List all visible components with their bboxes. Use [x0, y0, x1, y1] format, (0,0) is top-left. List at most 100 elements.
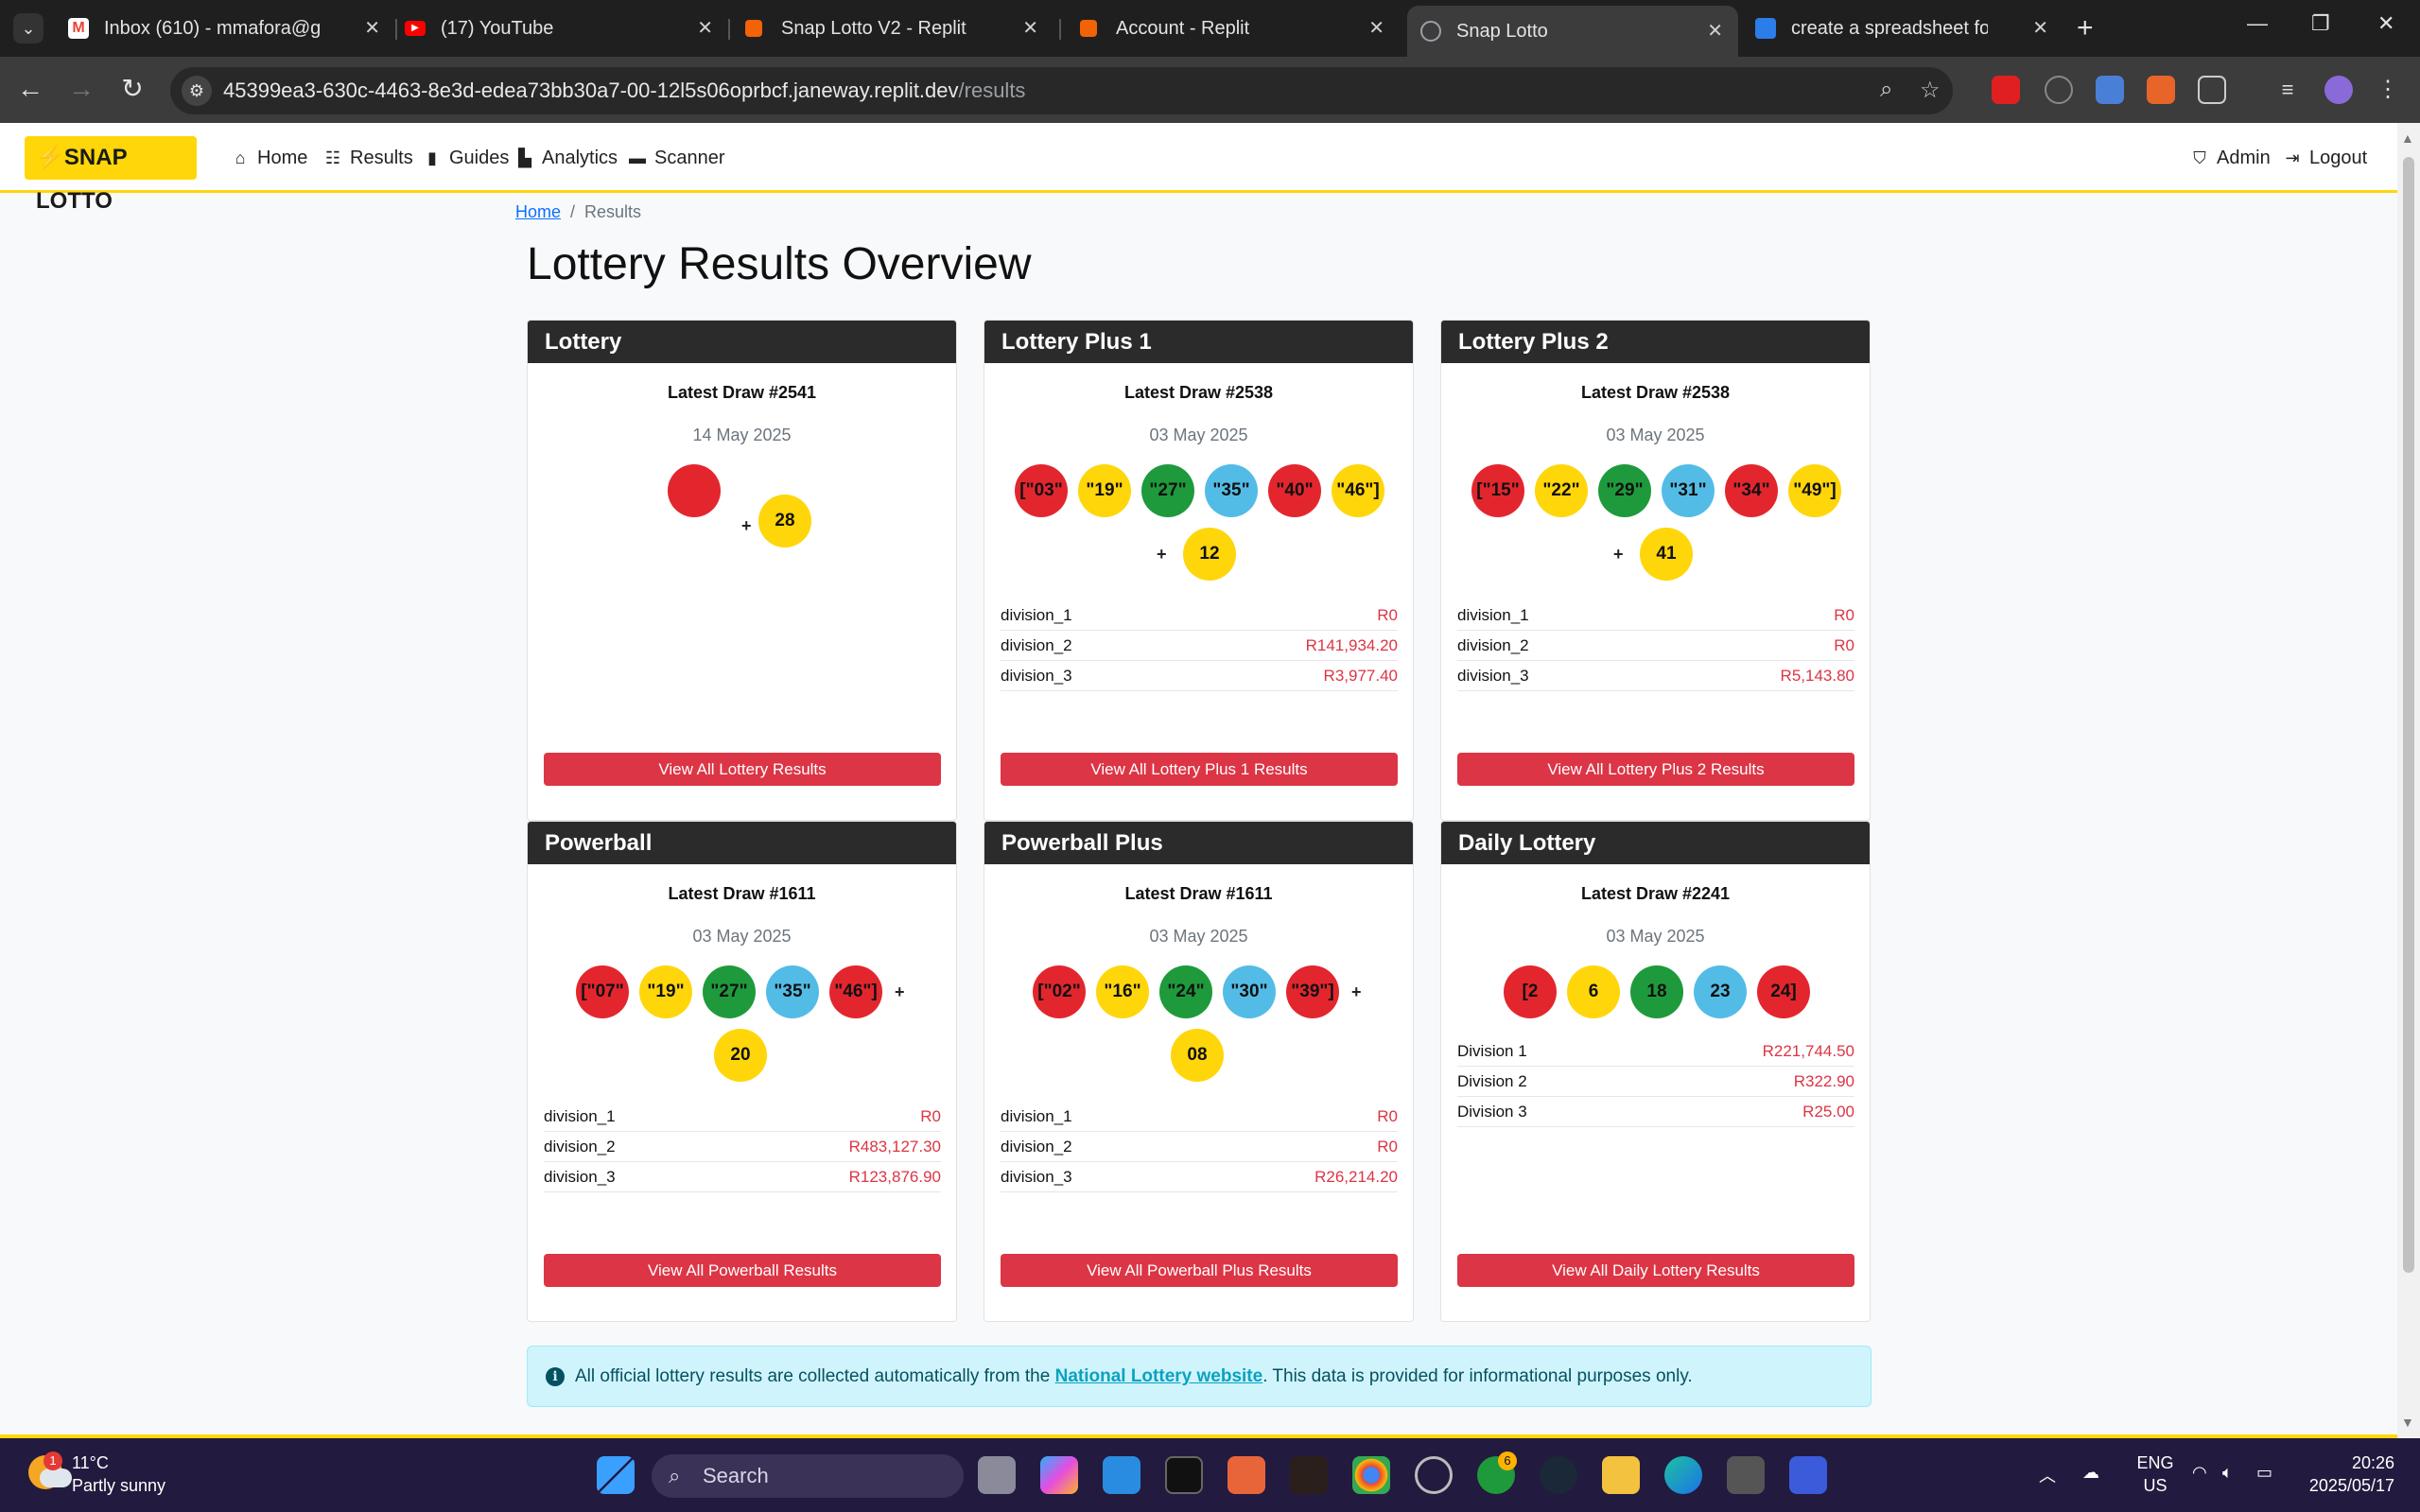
linear-app-icon[interactable]	[1789, 1456, 1827, 1494]
taskbar-search[interactable]: ⌕ Search	[652, 1454, 964, 1498]
claude-app-icon[interactable]	[1227, 1456, 1265, 1494]
address-bar[interactable]: ⚙ 45399ea3-630c-4463-8e3d-edea73bb30a7-0…	[170, 67, 1953, 114]
breadcrumb-home[interactable]: Home	[515, 202, 561, 221]
draw-date: 03 May 2025	[1149, 426, 1248, 444]
view-all-results-button[interactable]: View All Lottery Results	[544, 753, 941, 786]
card-title: Powerball	[528, 822, 956, 864]
bonus-ball: 41	[1640, 528, 1693, 581]
reload-icon[interactable]: ↻	[113, 70, 151, 108]
close-icon[interactable]: ✕	[697, 8, 713, 49]
extensions-puzzle-icon[interactable]	[2198, 76, 2226, 104]
steam-app-icon[interactable]	[1540, 1456, 1577, 1494]
nav-home[interactable]: ⌂ Home	[231, 123, 308, 193]
onedrive-icon[interactable]: ☁	[2082, 1463, 2099, 1483]
brand-logo[interactable]: ⚡SNAP LOTTO	[25, 136, 197, 214]
tab-separator	[1059, 19, 1061, 40]
obs-app-icon[interactable]	[1415, 1456, 1453, 1494]
close-icon[interactable]: ✕	[1022, 8, 1038, 49]
view-all-results-button[interactable]: View All Daily Lottery Results	[1457, 1254, 1854, 1287]
volume-icon[interactable]: 🔈︎	[2222, 1463, 2233, 1483]
division-payout: R5,143.80	[1780, 667, 1854, 685]
bonus-separator: +	[1351, 982, 1362, 1001]
close-icon[interactable]: ✕	[1368, 8, 1384, 49]
nav-analytics[interactable]: ▙ Analytics	[515, 123, 618, 193]
tab-snap-lotto-v2-replit[interactable]: Snap Lotto V2 - Replit ✕	[732, 8, 1053, 49]
page-scrollbar[interactable]: ▲ ▼	[2397, 123, 2420, 1438]
show-hidden-icons[interactable]: ︿	[2039, 1463, 2056, 1487]
page-title: Lottery Results Overview	[527, 239, 1032, 289]
result-card: Powerball Plus Latest Draw #1611 03 May 20…	[984, 821, 1414, 1322]
extension-icon[interactable]	[2045, 76, 2073, 104]
tab-copilot[interactable]: create a spreadsheet for me wi ✕	[1742, 8, 2063, 49]
division-payout: R483,127.30	[848, 1138, 941, 1156]
view-all-results-button[interactable]: View All Lottery Plus 1 Results	[1001, 753, 1398, 786]
nav-results[interactable]: ☷ Results	[323, 123, 413, 193]
division-row: division_3 R3,977.40	[1001, 661, 1398, 691]
lottery-ball: 24]	[1757, 965, 1810, 1018]
restore-icon[interactable]: ❐	[2311, 11, 2330, 36]
scrollbar-thumb[interactable]	[2403, 157, 2414, 1273]
tab-snap-lotto[interactable]: Snap Lotto ✕	[1407, 6, 1738, 57]
new-tab-button[interactable]: +	[2077, 11, 2094, 45]
division-row: division_1 R0	[544, 1102, 941, 1132]
home-icon: ⌂	[235, 148, 246, 167]
copilot-app-icon[interactable]	[1040, 1456, 1078, 1494]
close-icon[interactable]: ✕	[2032, 8, 2048, 49]
scroll-down-icon[interactable]: ▼	[2401, 1415, 2414, 1430]
terminal-app-icon[interactable]	[1165, 1456, 1203, 1494]
view-all-results-button[interactable]: View All Powerball Plus Results	[1001, 1254, 1398, 1287]
task-view-icon[interactable]	[978, 1456, 1016, 1494]
wifi-icon[interactable]: ◠	[2192, 1463, 2207, 1483]
close-icon[interactable]: ✕	[364, 8, 380, 49]
bolt-icon: ⚡	[36, 145, 64, 170]
replit-app-icon[interactable]	[1290, 1456, 1328, 1494]
youtube-icon: ▶	[405, 21, 426, 36]
bookmark-star-icon[interactable]: ☆	[1920, 77, 1941, 104]
forward-icon[interactable]: →	[62, 70, 100, 108]
division-payout: R141,934.20	[1305, 636, 1398, 654]
browser-menu-icon[interactable]: ⋮	[2374, 76, 2402, 104]
scroll-up-icon[interactable]: ▲	[2401, 130, 2414, 146]
nav-guides[interactable]: ▮ Guides	[423, 123, 509, 193]
tab-gmail[interactable]: M Inbox (610) - mmafora@gmail.c ✕	[55, 8, 395, 49]
close-icon[interactable]: ✕	[1707, 6, 1723, 57]
division-row: Division 1 R221,744.50	[1457, 1036, 1854, 1067]
metamask-extension-icon[interactable]	[2147, 76, 2175, 104]
division-payout: R0	[1834, 606, 1854, 624]
url-path: /results	[958, 78, 1026, 102]
site-info-icon[interactable]: ⚙	[182, 76, 212, 106]
tab-separator	[728, 19, 730, 40]
result-card: Daily Lottery Latest Draw #2241 03 May 202…	[1440, 821, 1871, 1322]
nav-scanner[interactable]: ▬ Scanner	[628, 123, 725, 193]
battery-icon[interactable]: ▭	[2256, 1463, 2272, 1483]
tab-youtube[interactable]: ▶ (17) YouTube ✕	[392, 8, 728, 49]
chrome-app-icon[interactable]	[1352, 1456, 1390, 1494]
edge-app-icon[interactable]	[1664, 1456, 1702, 1494]
translate-extension-icon[interactable]	[2096, 76, 2124, 104]
media-control-icon[interactable]: ≡	[2273, 76, 2302, 104]
taskbar-clock[interactable]: 20:26 2025/05/17	[2296, 1451, 2394, 1497]
profile-avatar[interactable]	[2324, 76, 2353, 104]
nav-admin[interactable]: ⛉ Admin	[2190, 123, 2270, 193]
minimize-icon[interactable]: —	[2247, 11, 2268, 36]
division-name: division_1	[1001, 1107, 1072, 1125]
division-row: division_3 R123,876.90	[544, 1162, 941, 1192]
tab-search-button[interactable]: ⌄	[13, 13, 44, 43]
close-window-icon[interactable]: ✕	[2377, 11, 2394, 36]
lottery-ball: "19"	[639, 965, 692, 1018]
file-explorer-icon[interactable]	[1602, 1456, 1640, 1494]
nav-logout[interactable]: ⇥ Logout	[2283, 123, 2367, 193]
view-all-results-button[interactable]: View All Powerball Results	[544, 1254, 941, 1287]
national-lottery-link[interactable]: National Lottery website	[1055, 1366, 1263, 1386]
result-card: Lottery Plus 2 Latest Draw #2538 03 May 20…	[1440, 320, 1871, 821]
logout-icon: ⇥	[2285, 148, 2300, 167]
tab-account-replit[interactable]: Account - Replit ✕	[1067, 8, 1400, 49]
app-icon[interactable]	[1727, 1456, 1765, 1494]
windows-start-icon[interactable]	[597, 1456, 635, 1494]
vscode-icon[interactable]	[1103, 1456, 1140, 1494]
view-all-results-button[interactable]: View All Lottery Plus 2 Results	[1457, 753, 1854, 786]
back-icon[interactable]: ←	[11, 70, 49, 108]
adblock-extension-icon[interactable]	[1992, 76, 2020, 104]
input-language[interactable]: ENG US	[2132, 1451, 2179, 1497]
zoom-icon[interactable]: ⌕	[1880, 77, 1892, 103]
